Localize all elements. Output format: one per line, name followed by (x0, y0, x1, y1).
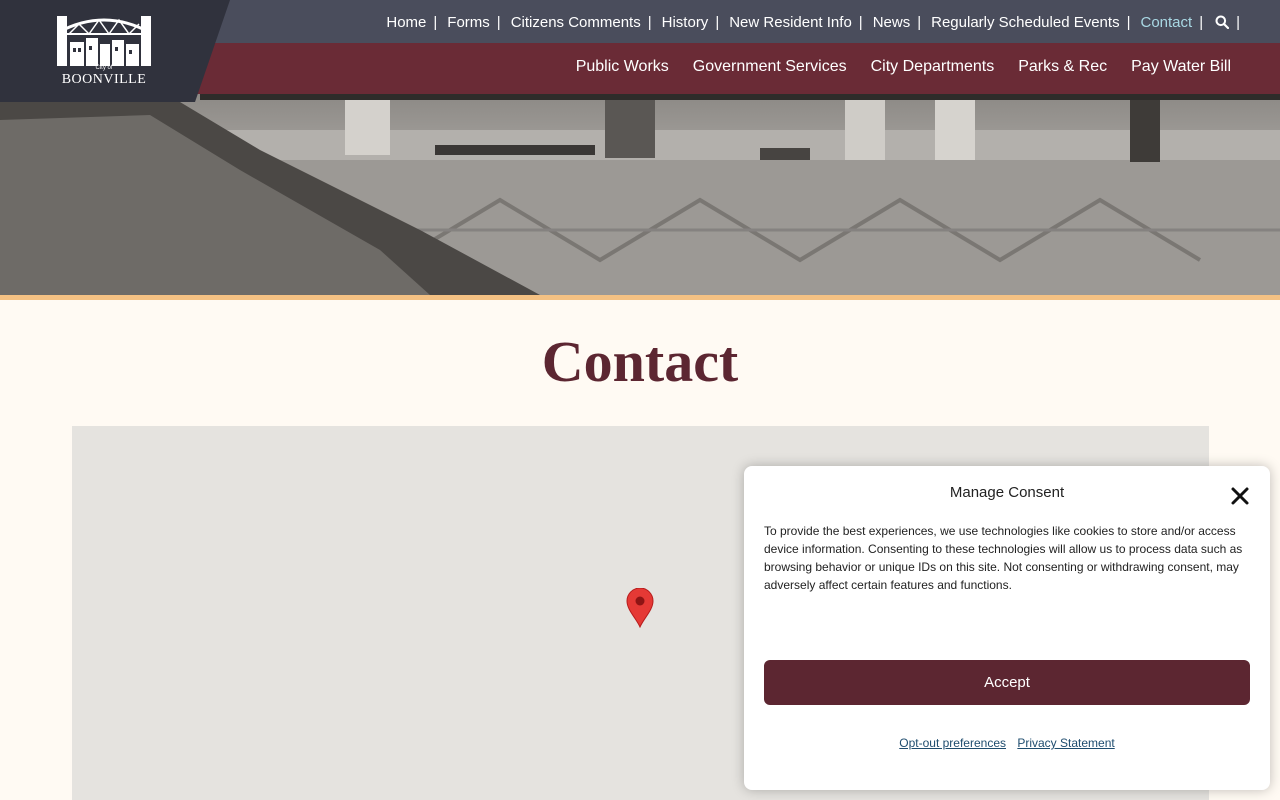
nav-link-city-departments[interactable]: City Departments (871, 58, 995, 76)
top-nav-item-contact: Contact | (1140, 14, 1213, 31)
search-icon[interactable] (1215, 15, 1230, 30)
consent-dialog: Manage Consent To provide the best exper… (744, 466, 1270, 790)
nav-link-parks-rec[interactable]: Parks & Rec (1018, 58, 1107, 76)
nav-separator: | (433, 13, 438, 31)
nav-link-history[interactable]: History (662, 14, 709, 31)
page-title: Contact (541, 329, 739, 394)
top-nav-item-events: Regularly Scheduled Events | (931, 14, 1140, 31)
nav-separator: | (1126, 13, 1131, 31)
nav-separator: | (1236, 13, 1240, 31)
opt-out-preferences-link[interactable]: Opt-out preferences (899, 736, 1006, 750)
accent-stripe (0, 295, 1280, 300)
consent-links: Opt-out preferences Privacy Statement (744, 736, 1270, 750)
nav-link-contact[interactable]: Contact (1140, 14, 1192, 31)
nav-separator: | (1199, 13, 1204, 31)
nav-link-citizens-comments[interactable]: Citizens Comments (511, 14, 641, 31)
nav-separator: | (647, 13, 652, 31)
nav-link-pay-water-bill[interactable]: Pay Water Bill (1131, 58, 1231, 76)
site-header: City of BOONVILLE Home | Forms | Citizen… (0, 0, 1280, 300)
nav-separator: | (496, 13, 501, 31)
nav-separator: | (715, 13, 720, 31)
top-nav-item-forms: Forms | (447, 14, 510, 31)
nav-link-news[interactable]: News (873, 14, 911, 31)
nav-link-new-resident-info[interactable]: New Resident Info (729, 14, 852, 31)
bridge-town-logo-icon (57, 16, 151, 66)
top-nav-item-search: | (1213, 14, 1240, 31)
nav-separator: | (858, 13, 863, 31)
accept-button[interactable]: Accept (764, 660, 1250, 705)
consent-body: To provide the best experiences, we use … (764, 524, 1243, 592)
main-nav: Public Works Government Services City De… (552, 58, 1231, 76)
privacy-statement-link[interactable]: Privacy Statement (1017, 736, 1114, 750)
nav-link-regularly-scheduled-events[interactable]: Regularly Scheduled Events (931, 14, 1119, 31)
top-nav-item-new-resident-info: New Resident Info | (729, 14, 872, 31)
top-nav-item-history: History | (662, 14, 730, 31)
close-icon[interactable] (1228, 484, 1252, 508)
nav-link-home[interactable]: Home (386, 14, 426, 31)
top-nav-item-news: News | (873, 14, 931, 31)
nav-separator: | (917, 13, 922, 31)
city-logo[interactable]: City of BOONVILLE (54, 12, 154, 90)
nav-link-forms[interactable]: Forms (447, 14, 490, 31)
map-pin-icon[interactable] (626, 587, 654, 629)
top-nav-item-citizens-comments: Citizens Comments | (511, 14, 662, 31)
consent-title: Manage Consent (949, 484, 1065, 501)
top-nav-item-home: Home | (386, 14, 447, 31)
logo-name: BOONVILLE (61, 72, 147, 87)
top-nav: Home | Forms | Citizens Comments | Histo… (386, 11, 1240, 33)
nav-link-public-works[interactable]: Public Works (576, 58, 669, 76)
logo-small-text: City of (95, 65, 113, 71)
nav-link-government-services[interactable]: Government Services (693, 58, 847, 76)
